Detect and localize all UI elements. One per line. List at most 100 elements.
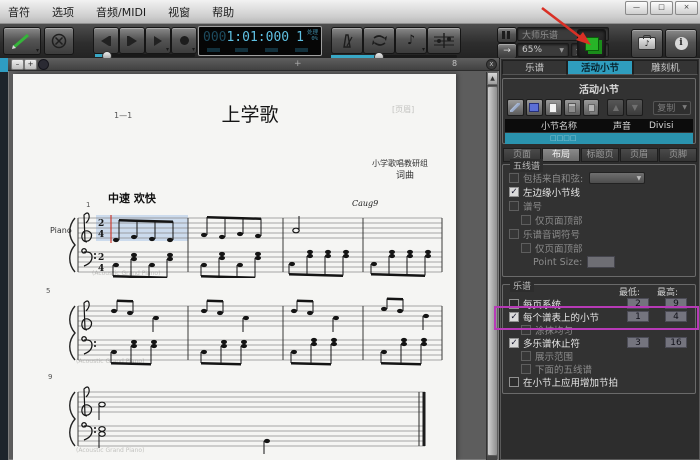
doc-minimize-button[interactable]: –: [11, 59, 24, 70]
doc-titlebar-number: 8: [452, 59, 457, 68]
metronome-button[interactable]: [331, 27, 363, 54]
save-button[interactable]: [526, 99, 543, 116]
step-icon: [129, 36, 137, 46]
menu-item-3[interactable]: 音频/MIDI: [96, 4, 146, 20]
menu-item-2[interactable]: 选项: [52, 4, 74, 20]
max-value-field[interactable]: 9: [665, 298, 687, 309]
annotation-arrow: [528, 2, 600, 52]
option-label: 涂抹均匀: [535, 323, 573, 337]
notation-view-button[interactable]: [427, 27, 461, 54]
play-icon: [154, 36, 162, 46]
checkbox[interactable]: [509, 377, 519, 387]
score-option-2: ✓每个谱表上的小节14: [503, 310, 695, 323]
menu-item-5[interactable]: 帮助: [212, 4, 234, 20]
chevron-down-icon: ▾: [422, 47, 425, 53]
transport-slider[interactable]: [95, 54, 195, 57]
tempo-marking[interactable]: 中速 欢快: [108, 190, 156, 206]
edit-button[interactable]: [507, 99, 524, 116]
score-title[interactable]: 上学歌: [150, 100, 350, 127]
checkbox[interactable]: [509, 201, 519, 211]
doc-close-button[interactable]: x: [486, 59, 497, 70]
min-value-field[interactable]: 1: [627, 311, 649, 322]
staff-options-group: 五线谱 包括来自和弦:▼✓左边缘小节线谱号仅页面顶部乐谱音调符号仅页面顶部Poi…: [502, 164, 696, 277]
svg-text:4: 4: [98, 230, 104, 240]
copy-dropdown[interactable]: 复制▼: [653, 101, 691, 115]
credit-line-2[interactable]: 词曲: [396, 168, 414, 181]
pencil-tool-button[interactable]: ▾: [3, 27, 41, 55]
checkbox[interactable]: [521, 325, 531, 335]
subtab-布局[interactable]: 布局: [542, 148, 580, 162]
play-button[interactable]: ▾: [145, 27, 171, 54]
cancel-entry-button[interactable]: [44, 27, 74, 55]
window-controls: —□×: [625, 1, 698, 15]
option-label: 左边缘小节线: [523, 185, 580, 199]
staff-option-6: 仅页面顶部: [503, 241, 695, 255]
goto-button[interactable]: →: [497, 43, 517, 59]
checkbox[interactable]: ✓: [509, 187, 519, 197]
tab-乐谱[interactable]: 乐谱: [502, 60, 567, 75]
music-notation-system-1[interactable]: 2424: [38, 206, 448, 278]
record-button[interactable]: ▾: [171, 27, 197, 54]
new-button[interactable]: [545, 99, 562, 116]
track-list-button[interactable]: [497, 27, 517, 43]
checkbox[interactable]: [521, 351, 531, 361]
palette-strip: [0, 58, 8, 460]
tab-活动小节[interactable]: 活动小节: [567, 60, 632, 75]
copy-button[interactable]: [583, 99, 600, 116]
info-button[interactable]: i: [665, 29, 697, 58]
maximize-button[interactable]: □: [650, 1, 673, 15]
rewind-button[interactable]: [93, 27, 119, 54]
checkbox[interactable]: [521, 243, 531, 253]
time-main-digits: 1:01:000: [226, 30, 289, 45]
staff-option-1: 包括来自和弦:▼: [503, 171, 695, 185]
checkbox[interactable]: [521, 215, 531, 225]
library-button[interactable]: ♪: [631, 29, 663, 58]
doc-restore-button[interactable]: +: [24, 59, 37, 70]
tab-雕刻机[interactable]: 雕刻机: [633, 60, 698, 75]
min-value-field[interactable]: 2: [627, 298, 649, 309]
minimize-button[interactable]: —: [625, 1, 648, 15]
min-value-field[interactable]: 3: [627, 337, 649, 348]
chord-source-dropdown[interactable]: ▼: [589, 172, 645, 184]
pencil-icon: [11, 32, 33, 50]
checkbox[interactable]: ✓: [509, 312, 519, 322]
menu-item-1[interactable]: 音符: [8, 4, 30, 20]
max-value-field[interactable]: 16: [665, 337, 687, 348]
checkbox[interactable]: [509, 229, 519, 239]
panel-tabs: 乐谱活动小节雕刻机: [502, 60, 698, 75]
music-notation-system-2[interactable]: [38, 294, 448, 368]
splitter-handle[interactable]: +: [294, 59, 302, 69]
step-forward-button[interactable]: [119, 27, 145, 54]
checkbox[interactable]: [509, 299, 519, 309]
move-up-button[interactable]: ▲: [607, 99, 624, 116]
menu-item-4[interactable]: 视窗: [168, 4, 190, 20]
point-size-field[interactable]: [587, 256, 615, 268]
copy-icon: [588, 104, 595, 112]
vertical-scrollbar[interactable]: ▲: [486, 72, 497, 460]
subtab-标题页[interactable]: 标题页: [581, 148, 619, 162]
scrollbar-thumb[interactable]: [487, 86, 498, 456]
max-value-field[interactable]: 4: [665, 311, 687, 322]
checkbox[interactable]: [509, 173, 519, 183]
loop-button[interactable]: [363, 27, 395, 54]
header-placeholder[interactable]: [页眉]: [392, 104, 414, 115]
staff-option-2: ✓ 左边缘小节线: [503, 185, 695, 199]
checkbox[interactable]: [521, 364, 531, 374]
doc-menu-button[interactable]: [38, 59, 49, 70]
palette-tab[interactable]: [0, 58, 8, 72]
subtab-页眉[interactable]: 页眉: [620, 148, 658, 162]
music-notation-system-3[interactable]: [38, 380, 448, 458]
grace-note-button[interactable]: ♪▾: [395, 27, 427, 54]
edit-icon: [510, 103, 520, 112]
move-down-button[interactable]: ▼: [626, 99, 643, 116]
column-header-3: Divisi: [649, 121, 693, 131]
subtab-页脚[interactable]: 页脚: [659, 148, 697, 162]
checkbox[interactable]: ✓: [509, 338, 519, 348]
close-button[interactable]: ×: [675, 1, 698, 15]
processing-indicator: 处理0%: [307, 30, 318, 42]
delete-button[interactable]: [564, 99, 581, 116]
selected-measure-row[interactable]: □□□□: [505, 133, 693, 144]
record-icon: [180, 36, 189, 45]
rewind-bar: [109, 36, 111, 46]
scroll-up-icon[interactable]: ▲: [487, 72, 498, 85]
